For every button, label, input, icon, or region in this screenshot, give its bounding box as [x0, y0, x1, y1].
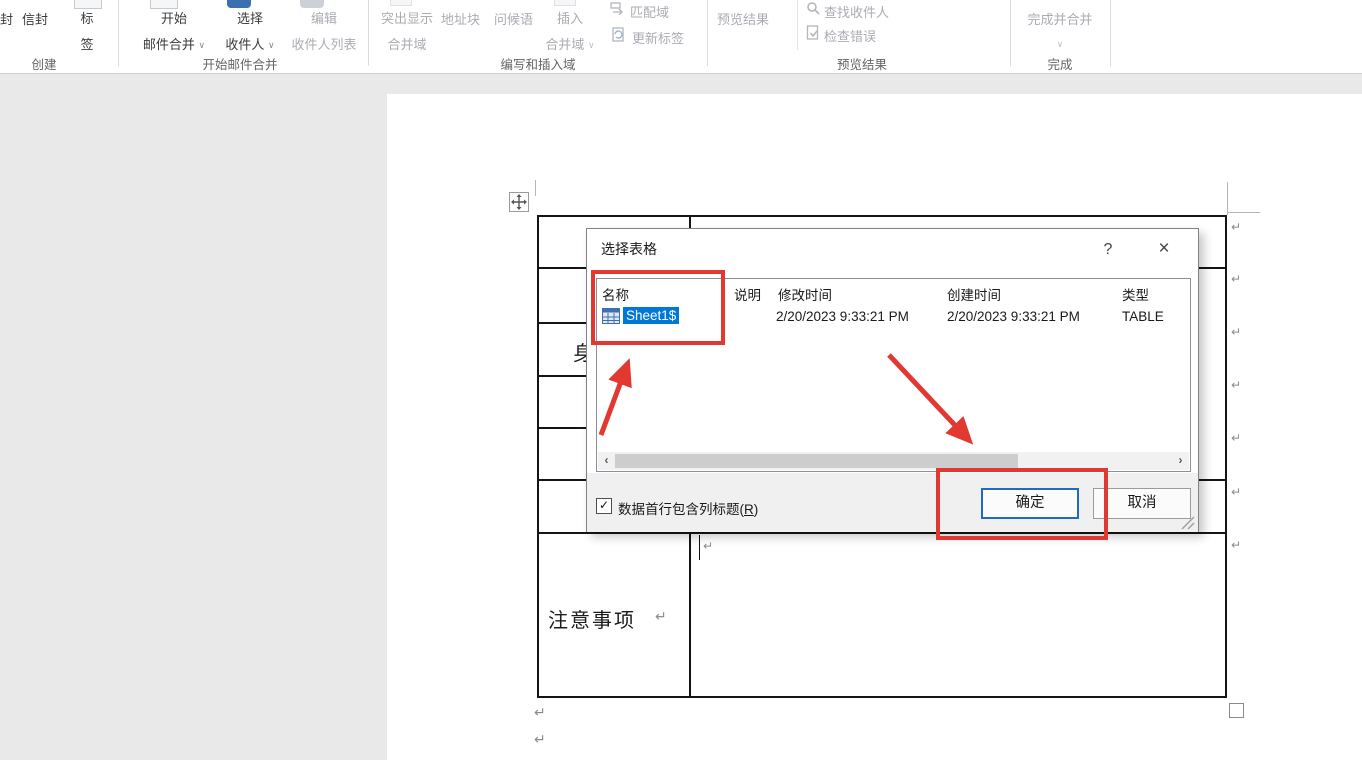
first-row-headers-label: 数据首行包含列标题(R): [618, 502, 759, 517]
table-guide-line: [1227, 182, 1228, 215]
group-label-preview-results: 预览结果: [836, 58, 887, 72]
check-icon: ✓: [598, 498, 610, 512]
table-guide-line: [1228, 212, 1260, 213]
find-recipient-icon: [807, 2, 820, 15]
table-name-cell[interactable]: Sheet1$: [623, 307, 680, 324]
table-border: [537, 532, 1227, 534]
table-created-cell: 2/20/2023 9:33:21 PM: [947, 309, 1080, 324]
chevron-down-icon: ∨: [1056, 39, 1064, 49]
ok-button[interactable]: 确定: [981, 488, 1079, 519]
column-header-name[interactable]: 名称: [602, 284, 629, 304]
update-labels-icon: [612, 27, 624, 42]
group-label-create: 创建: [31, 58, 57, 72]
resize-grip-icon[interactable]: [1179, 515, 1195, 529]
row-end-mark: ↵: [1231, 378, 1242, 392]
finish-merge-button: 完成并合并 ∨: [1027, 12, 1093, 49]
check-errors-icon: [806, 25, 819, 40]
select-recipients-icon: [227, 0, 251, 8]
select-recipients-button[interactable]: 选择 收件人 ∨: [214, 8, 286, 53]
table-type-cell: TABLE: [1122, 309, 1164, 324]
clipped-left-button: 封: [0, 12, 14, 27]
row-end-mark: ↵: [1231, 272, 1242, 286]
group-label-write-insert: 编写和插入域: [500, 58, 576, 72]
greeting-line-button: 问候语: [494, 12, 534, 27]
start-mail-merge-button[interactable]: 开始 邮件合并 ∨: [128, 8, 220, 53]
match-fields-icon: [610, 2, 623, 15]
column-header-modified[interactable]: 修改时间: [778, 284, 832, 304]
table-border: [537, 215, 1227, 217]
dialog-title: 选择表格: [601, 241, 657, 257]
select-table-dialog: 选择表格 ? × 名称 说明 修改时间 创建时间 类型 Sheet1$ 2/20…: [586, 228, 1199, 532]
scroll-right-arrow[interactable]: ›: [1172, 452, 1189, 470]
insert-merge-field-button: 插入 合并域 ∨: [545, 11, 595, 52]
chevron-down-icon: ∨: [198, 40, 206, 50]
ribbon-separator: [1110, 0, 1111, 66]
table-modified-cell: 2/20/2023 9:33:21 PM: [776, 309, 909, 324]
table-icon: [602, 308, 620, 324]
row-end-mark: ↵: [1231, 325, 1242, 339]
cancel-button[interactable]: 取消: [1093, 488, 1191, 519]
ribbon-separator: [797, 0, 798, 50]
column-header-created[interactable]: 创建时间: [947, 284, 1001, 304]
table-resize-handle[interactable]: [1229, 703, 1244, 718]
move-icon: [511, 194, 527, 210]
find-recipient-button: 查找收件人: [824, 5, 890, 20]
notes-cell-text: 注意事项: [548, 610, 636, 632]
paragraph-mark: ↵: [534, 704, 546, 720]
horizontal-scrollbar[interactable]: ‹ ›: [598, 452, 1189, 470]
scroll-left-arrow[interactable]: ‹: [598, 452, 615, 470]
first-row-headers-checkbox[interactable]: ✓: [596, 498, 612, 514]
highlight-merge-fields-button: 突出显示 合并域: [380, 11, 433, 52]
chevron-down-icon: ∨: [588, 40, 595, 50]
preview-results-button: 预览结果: [717, 12, 770, 27]
table-list: 名称 说明 修改时间 创建时间 类型 Sheet1$ 2/20/2023 9:3…: [596, 278, 1191, 472]
ribbon-separator: [368, 0, 369, 66]
table-row-sheet1[interactable]: Sheet1$ 2/20/2023 9:33:21 PM 2/20/2023 9…: [597, 306, 1190, 330]
update-labels-button: 更新标签: [632, 31, 685, 46]
group-label-finish: 完成: [1047, 58, 1073, 72]
paragraph-mark: ↵: [655, 608, 667, 624]
ribbon-separator: [118, 0, 119, 66]
insert-merge-field-icon: [554, 0, 576, 6]
address-block-button: 地址块: [441, 12, 481, 27]
edit-recipient-list-button: 编辑 收件人列表: [291, 11, 357, 52]
chevron-down-icon: ∨: [268, 40, 275, 50]
row-end-mark: ↵: [1231, 220, 1242, 234]
dialog-footer: ✓ 数据首行包含列标题(R) 确定 取消: [587, 473, 1198, 532]
column-header-type[interactable]: 类型: [1122, 284, 1149, 304]
labels-button[interactable]: 标 签: [64, 8, 110, 53]
table-move-handle[interactable]: [509, 192, 529, 212]
edit-recipient-list-icon: [300, 0, 324, 8]
row-end-mark: ↵: [1231, 431, 1242, 445]
paragraph-mark: ↵: [703, 539, 714, 553]
text-cursor: [699, 535, 700, 560]
scrollbar-thumb[interactable]: [615, 454, 1018, 468]
highlight-merge-fields-icon: [390, 0, 412, 6]
ribbon: 封 信封 标 签 创建 开始 邮件合并 ∨ 选择 收件人 ∨ 编辑 收件人列表 …: [0, 0, 1362, 74]
column-header-description[interactable]: 说明: [734, 284, 761, 304]
match-fields-button: 匹配域: [630, 5, 670, 20]
ribbon-separator: [707, 0, 708, 66]
envelopes-button[interactable]: 信封: [22, 9, 48, 28]
group-label-start-mail-merge: 开始邮件合并: [202, 58, 278, 72]
table-border: [537, 215, 539, 697]
row-end-mark: ↵: [1231, 538, 1242, 552]
row-end-mark: ↵: [1231, 485, 1242, 499]
help-button[interactable]: ?: [1093, 238, 1123, 262]
check-errors-button: 检查错误: [824, 29, 877, 44]
table-guide-line: [535, 180, 536, 196]
table-border: [537, 696, 1227, 698]
close-button[interactable]: ×: [1149, 237, 1179, 261]
paragraph-mark: ↵: [534, 731, 546, 747]
table-border: [1225, 215, 1227, 697]
